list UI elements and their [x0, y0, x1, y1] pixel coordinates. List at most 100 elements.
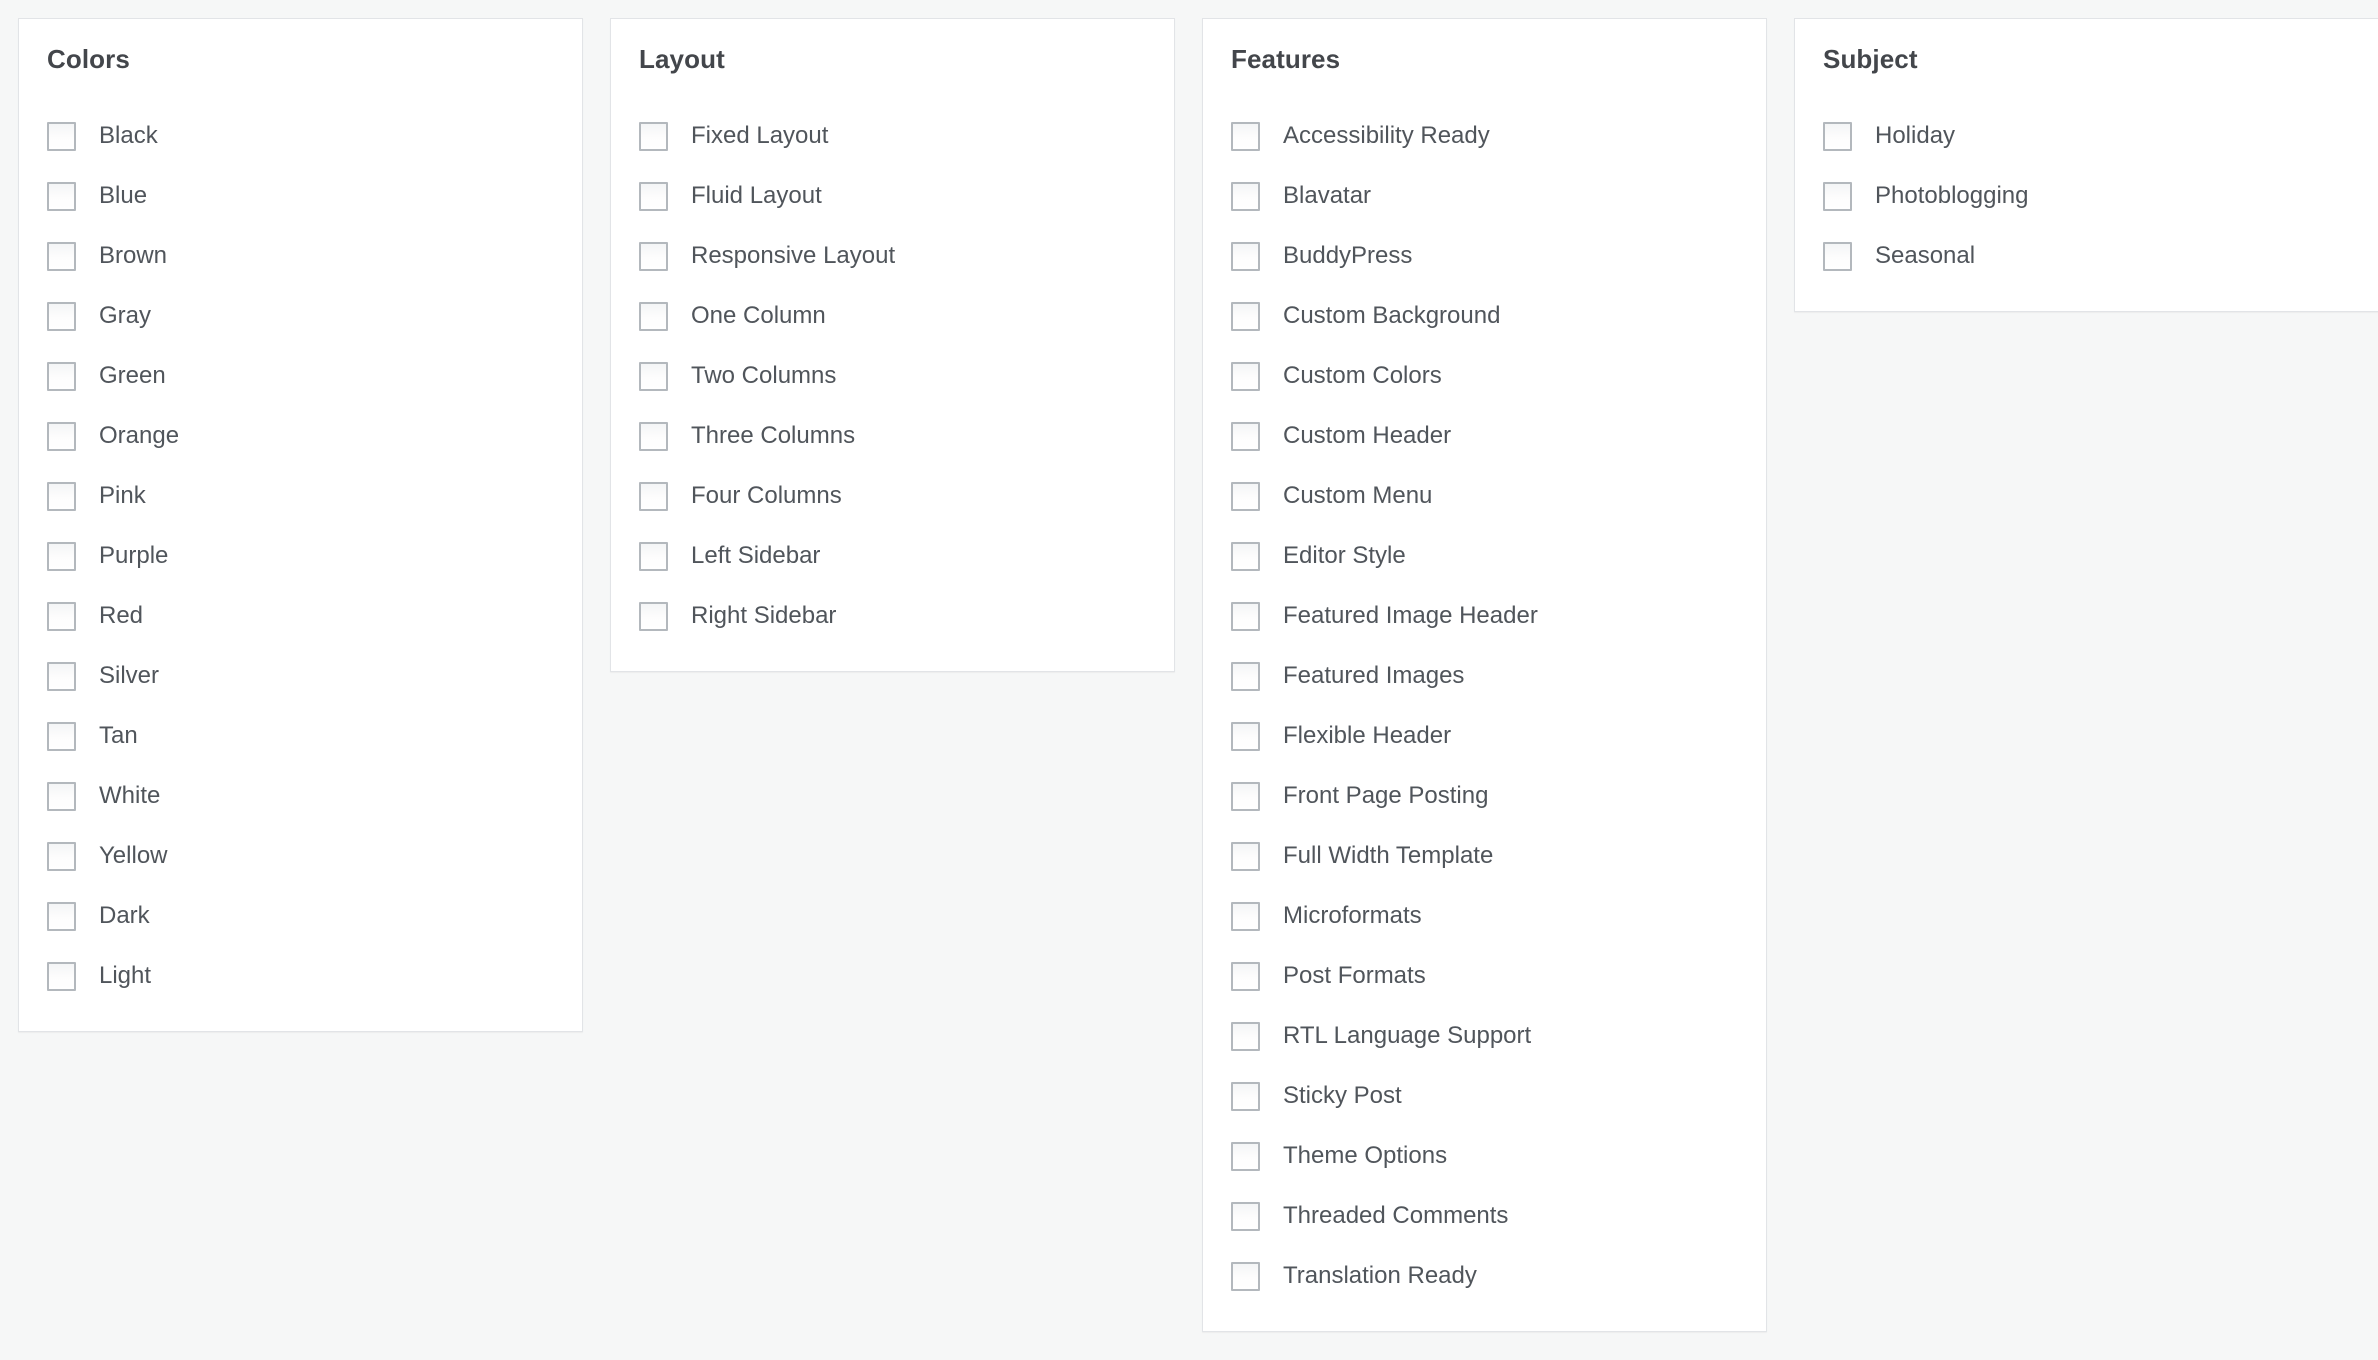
filter-checkbox-row[interactable]: Post Formats [1231, 947, 1738, 1007]
filter-checkbox-label[interactable]: Yellow [99, 842, 168, 871]
filter-checkbox-row[interactable]: Tan [47, 707, 554, 767]
filter-checkbox-label[interactable]: Photoblogging [1875, 182, 2028, 211]
filter-checkbox-label[interactable]: Featured Image Header [1283, 602, 1538, 631]
checkbox-unchecked-icon[interactable] [1231, 662, 1260, 692]
filter-checkbox-row[interactable]: Brown [47, 227, 554, 287]
filter-checkbox-row[interactable]: Orange [47, 407, 554, 467]
checkbox-unchecked-icon[interactable] [1823, 182, 1852, 212]
filter-checkbox-row[interactable]: Holiday [1823, 107, 2355, 167]
filter-checkbox-row[interactable]: Green [47, 347, 554, 407]
filter-checkbox-label[interactable]: Two Columns [691, 362, 836, 391]
filter-checkbox-label[interactable]: Featured Images [1283, 662, 1464, 691]
checkbox-unchecked-icon[interactable] [1231, 302, 1260, 332]
filter-checkbox-row[interactable]: Blue [47, 167, 554, 227]
filter-checkbox-row[interactable]: Yellow [47, 827, 554, 887]
filter-checkbox-label[interactable]: Green [99, 362, 166, 391]
filter-checkbox-row[interactable]: Light [47, 947, 554, 1007]
checkbox-unchecked-icon[interactable] [47, 782, 76, 812]
filter-checkbox-row[interactable]: One Column [639, 287, 1146, 347]
filter-checkbox-label[interactable]: Custom Background [1283, 302, 1500, 331]
filter-checkbox-row[interactable]: RTL Language Support [1231, 1007, 1738, 1067]
filter-checkbox-row[interactable]: Purple [47, 527, 554, 587]
filter-checkbox-row[interactable]: Three Columns [639, 407, 1146, 467]
filter-checkbox-label[interactable]: Blue [99, 182, 147, 211]
checkbox-unchecked-icon[interactable] [1231, 242, 1260, 272]
checkbox-unchecked-icon[interactable] [1231, 782, 1260, 812]
checkbox-unchecked-icon[interactable] [1823, 242, 1852, 272]
checkbox-unchecked-icon[interactable] [1231, 1142, 1260, 1172]
filter-checkbox-row[interactable]: Theme Options [1231, 1127, 1738, 1187]
checkbox-unchecked-icon[interactable] [1231, 602, 1260, 632]
filter-checkbox-row[interactable]: Custom Header [1231, 407, 1738, 467]
filter-checkbox-row[interactable]: Four Columns [639, 467, 1146, 527]
filter-checkbox-row[interactable]: BuddyPress [1231, 227, 1738, 287]
filter-checkbox-label[interactable]: Holiday [1875, 122, 1955, 151]
checkbox-unchecked-icon[interactable] [639, 182, 668, 212]
filter-checkbox-label[interactable]: Flexible Header [1283, 722, 1451, 751]
filter-checkbox-label[interactable]: Custom Colors [1283, 362, 1442, 391]
filter-checkbox-label[interactable]: Microformats [1283, 902, 1422, 931]
filter-checkbox-row[interactable]: Pink [47, 467, 554, 527]
filter-checkbox-label[interactable]: Purple [99, 542, 168, 571]
filter-checkbox-row[interactable]: Blavatar [1231, 167, 1738, 227]
filter-checkbox-row[interactable]: Translation Ready [1231, 1247, 1738, 1307]
filter-checkbox-row[interactable]: Custom Background [1231, 287, 1738, 347]
checkbox-unchecked-icon[interactable] [1231, 962, 1260, 992]
filter-checkbox-row[interactable]: Editor Style [1231, 527, 1738, 587]
filter-checkbox-label[interactable]: Post Formats [1283, 962, 1426, 991]
checkbox-unchecked-icon[interactable] [47, 122, 76, 152]
filter-checkbox-label[interactable]: Silver [99, 662, 159, 691]
filter-checkbox-label[interactable]: Translation Ready [1283, 1262, 1477, 1291]
checkbox-unchecked-icon[interactable] [47, 182, 76, 212]
filter-checkbox-label[interactable]: Custom Menu [1283, 482, 1432, 511]
filter-checkbox-label[interactable]: BuddyPress [1283, 242, 1412, 271]
checkbox-unchecked-icon[interactable] [1231, 182, 1260, 212]
filter-checkbox-label[interactable]: Threaded Comments [1283, 1202, 1508, 1231]
checkbox-unchecked-icon[interactable] [639, 602, 668, 632]
filter-checkbox-label[interactable]: Light [99, 962, 151, 991]
filter-checkbox-label[interactable]: Custom Header [1283, 422, 1451, 451]
checkbox-unchecked-icon[interactable] [1231, 1022, 1260, 1052]
filter-checkbox-label[interactable]: Black [99, 122, 158, 151]
filter-checkbox-row[interactable]: Photoblogging [1823, 167, 2355, 227]
filter-checkbox-label[interactable]: Accessibility Ready [1283, 122, 1490, 151]
checkbox-unchecked-icon[interactable] [1231, 842, 1260, 872]
filter-checkbox-row[interactable]: Red [47, 587, 554, 647]
filter-checkbox-label[interactable]: Orange [99, 422, 179, 451]
checkbox-unchecked-icon[interactable] [47, 902, 76, 932]
checkbox-unchecked-icon[interactable] [639, 482, 668, 512]
filter-checkbox-label[interactable]: Responsive Layout [691, 242, 895, 271]
filter-checkbox-label[interactable]: White [99, 782, 160, 811]
filter-checkbox-label[interactable]: One Column [691, 302, 826, 331]
checkbox-unchecked-icon[interactable] [639, 302, 668, 332]
filter-checkbox-row[interactable]: Flexible Header [1231, 707, 1738, 767]
filter-checkbox-row[interactable]: Responsive Layout [639, 227, 1146, 287]
filter-checkbox-label[interactable]: Gray [99, 302, 151, 331]
filter-checkbox-row[interactable]: Black [47, 107, 554, 167]
filter-checkbox-row[interactable]: Featured Images [1231, 647, 1738, 707]
filter-checkbox-label[interactable]: Front Page Posting [1283, 782, 1488, 811]
checkbox-unchecked-icon[interactable] [1231, 542, 1260, 572]
filter-checkbox-label[interactable]: Full Width Template [1283, 842, 1493, 871]
filter-checkbox-label[interactable]: Dark [99, 902, 150, 931]
filter-checkbox-label[interactable]: Four Columns [691, 482, 842, 511]
filter-checkbox-row[interactable]: Right Sidebar [639, 587, 1146, 647]
checkbox-unchecked-icon[interactable] [1231, 362, 1260, 392]
checkbox-unchecked-icon[interactable] [639, 242, 668, 272]
filter-checkbox-label[interactable]: Sticky Post [1283, 1082, 1402, 1111]
filter-checkbox-row[interactable]: White [47, 767, 554, 827]
filter-checkbox-row[interactable]: Sticky Post [1231, 1067, 1738, 1127]
filter-checkbox-row[interactable]: Silver [47, 647, 554, 707]
filter-checkbox-label[interactable]: Editor Style [1283, 542, 1406, 571]
filter-checkbox-row[interactable]: Front Page Posting [1231, 767, 1738, 827]
filter-checkbox-row[interactable]: Microformats [1231, 887, 1738, 947]
filter-checkbox-label[interactable]: Theme Options [1283, 1142, 1447, 1171]
filter-checkbox-label[interactable]: Red [99, 602, 143, 631]
filter-checkbox-row[interactable]: Seasonal [1823, 227, 2355, 287]
checkbox-unchecked-icon[interactable] [47, 842, 76, 872]
checkbox-unchecked-icon[interactable] [47, 422, 76, 452]
checkbox-unchecked-icon[interactable] [47, 362, 76, 392]
checkbox-unchecked-icon[interactable] [47, 602, 76, 632]
filter-checkbox-label[interactable]: Three Columns [691, 422, 855, 451]
checkbox-unchecked-icon[interactable] [1231, 422, 1260, 452]
